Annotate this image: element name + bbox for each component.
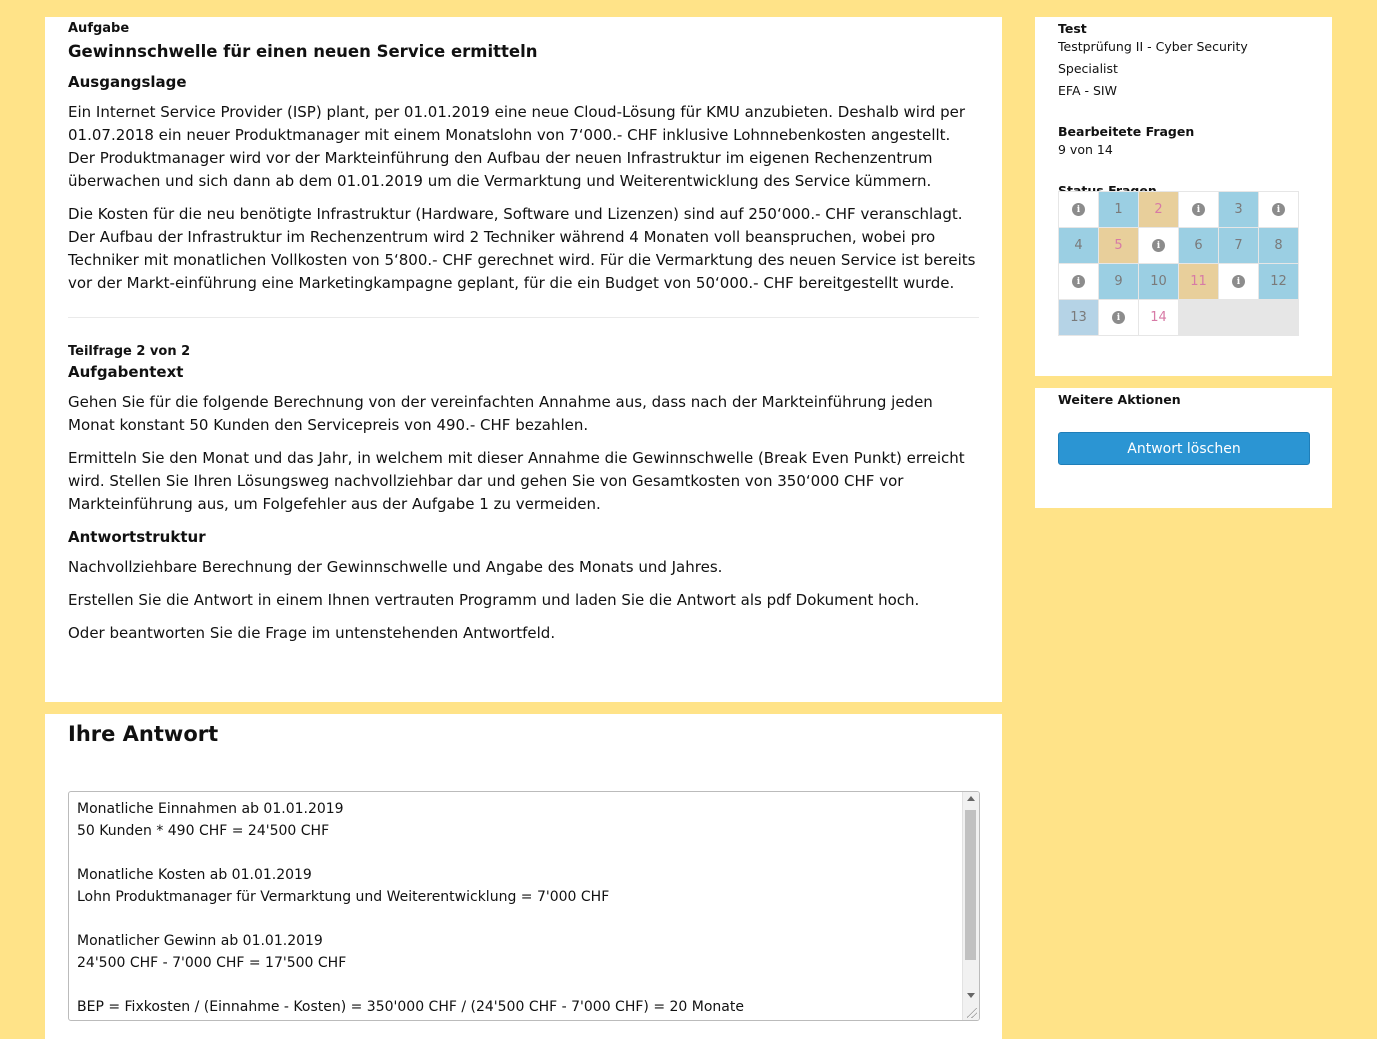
status-cell-question[interactable]: 9 — [1099, 264, 1138, 299]
task-kicker: Aufgabe — [68, 21, 130, 36]
structure-heading: Antwortstruktur — [68, 528, 206, 546]
status-cell-question[interactable]: 1 — [1099, 192, 1138, 227]
answer-panel: Ihre Antwort Monatliche Einnahmen ab 01.… — [45, 714, 1002, 1039]
info-icon: i — [1192, 203, 1205, 216]
status-cell-number: 14 — [1150, 310, 1167, 325]
answer-title: Ihre Antwort — [68, 722, 219, 746]
test-label: Test — [1058, 21, 1087, 36]
status-cell-info[interactable]: i — [1179, 192, 1218, 227]
test-name: Testprüfung II - Cyber Security Speciali… — [1058, 39, 1248, 76]
scroll-thumb[interactable] — [965, 810, 976, 960]
status-cell-number: 4 — [1074, 238, 1083, 253]
question-title: Gewinnschwelle für einen neuen Service e… — [68, 42, 538, 61]
status-cell-question[interactable]: 11 — [1179, 264, 1218, 299]
status-cell-number: 9 — [1114, 274, 1123, 289]
status-cell-question[interactable]: 3 — [1219, 192, 1258, 227]
progress-value: 9 von 14 — [1058, 142, 1113, 157]
status-cell-number: 12 — [1270, 274, 1287, 289]
status-cell-info[interactable]: i — [1139, 228, 1178, 263]
status-cell-info[interactable]: i — [1099, 300, 1138, 335]
status-cell-info[interactable]: i — [1219, 264, 1258, 299]
info-icon: i — [1112, 311, 1125, 324]
status-cell-number: 13 — [1070, 310, 1087, 325]
structure-paragraph-2: Erstellen Sie die Antwort in einem Ihnen… — [68, 591, 920, 609]
status-cell-question[interactable]: 5 — [1099, 228, 1138, 263]
answer-text[interactable]: Monatliche Einnahmen ab 01.01.2019 50 Ku… — [69, 792, 979, 1020]
textarea-scrollbar[interactable] — [962, 792, 979, 1020]
test-code: EFA - SIW — [1058, 83, 1117, 98]
status-cell-question[interactable]: 14 — [1139, 300, 1178, 335]
status-cell-question[interactable]: 12 — [1259, 264, 1298, 299]
structure-paragraph-3: Oder beantworten Sie die Frage im untens… — [68, 624, 556, 642]
status-cell-question[interactable]: 13 — [1059, 300, 1098, 335]
situation-heading: Ausgangslage — [68, 73, 187, 91]
status-cell-number: 8 — [1274, 238, 1283, 253]
info-icon: i — [1152, 239, 1165, 252]
status-cell-question[interactable]: 7 — [1219, 228, 1258, 263]
scroll-up-icon[interactable] — [967, 796, 975, 801]
status-cell-question[interactable]: 10 — [1139, 264, 1178, 299]
status-cell-question[interactable]: 6 — [1179, 228, 1218, 263]
divider — [68, 317, 979, 318]
info-icon: i — [1072, 275, 1085, 288]
status-cell-info[interactable]: i — [1059, 192, 1098, 227]
task-paragraph-1: Gehen Sie für die folgende Berechnung vo… — [68, 393, 933, 434]
progress-label: Bearbeitete Fragen — [1058, 124, 1195, 139]
test-info-panel: Test Testprüfung II - Cyber Security Spe… — [1035, 17, 1332, 376]
situation-paragraph-2: Die Kosten für die neu benötigte Infrast… — [68, 205, 976, 292]
status-cell-number: 3 — [1234, 202, 1243, 217]
situation-paragraph-1: Ein Internet Service Provider (ISP) plan… — [68, 103, 966, 190]
status-cell-number: 6 — [1194, 238, 1203, 253]
status-cell-number: 5 — [1114, 238, 1123, 253]
status-cell-number: 1 — [1114, 202, 1123, 217]
actions-label: Weitere Aktionen — [1058, 392, 1181, 407]
question-status-grid: i 1 2 i 3 i 4 5 i 6 7 8 i 9 10 11 i 12 13 i 14 — [1058, 191, 1299, 336]
info-icon: i — [1272, 203, 1285, 216]
status-cell-number: 11 — [1190, 274, 1207, 289]
structure-paragraph-1: Nachvollziehbare Berechnung der Gewinnsc… — [68, 558, 723, 576]
status-cell-number: 10 — [1150, 274, 1167, 289]
resize-grip-icon[interactable] — [967, 1008, 977, 1018]
status-cell-question[interactable]: 2 — [1139, 192, 1178, 227]
scroll-down-icon[interactable] — [967, 993, 975, 998]
actions-panel: Weitere Aktionen Antwort löschen — [1035, 388, 1332, 508]
subquestion-label: Teilfrage 2 von 2 — [68, 344, 191, 359]
answer-textarea[interactable]: Monatliche Einnahmen ab 01.01.2019 50 Ku… — [68, 791, 980, 1021]
status-cell-info[interactable]: i — [1059, 264, 1098, 299]
task-paragraph-2: Ermitteln Sie den Monat und das Jahr, in… — [68, 449, 965, 513]
info-icon: i — [1232, 275, 1245, 288]
delete-answer-button[interactable]: Antwort löschen — [1058, 432, 1310, 465]
status-cell-info[interactable]: i — [1259, 192, 1298, 227]
status-cell-number: 7 — [1234, 238, 1243, 253]
task-heading: Aufgabentext — [68, 363, 184, 381]
question-panel: Aufgabe Gewinnschwelle für einen neuen S… — [45, 17, 1002, 702]
status-cell-question[interactable]: 4 — [1059, 228, 1098, 263]
status-cell-number: 2 — [1154, 202, 1163, 217]
info-icon: i — [1072, 203, 1085, 216]
status-cell-question[interactable]: 8 — [1259, 228, 1298, 263]
